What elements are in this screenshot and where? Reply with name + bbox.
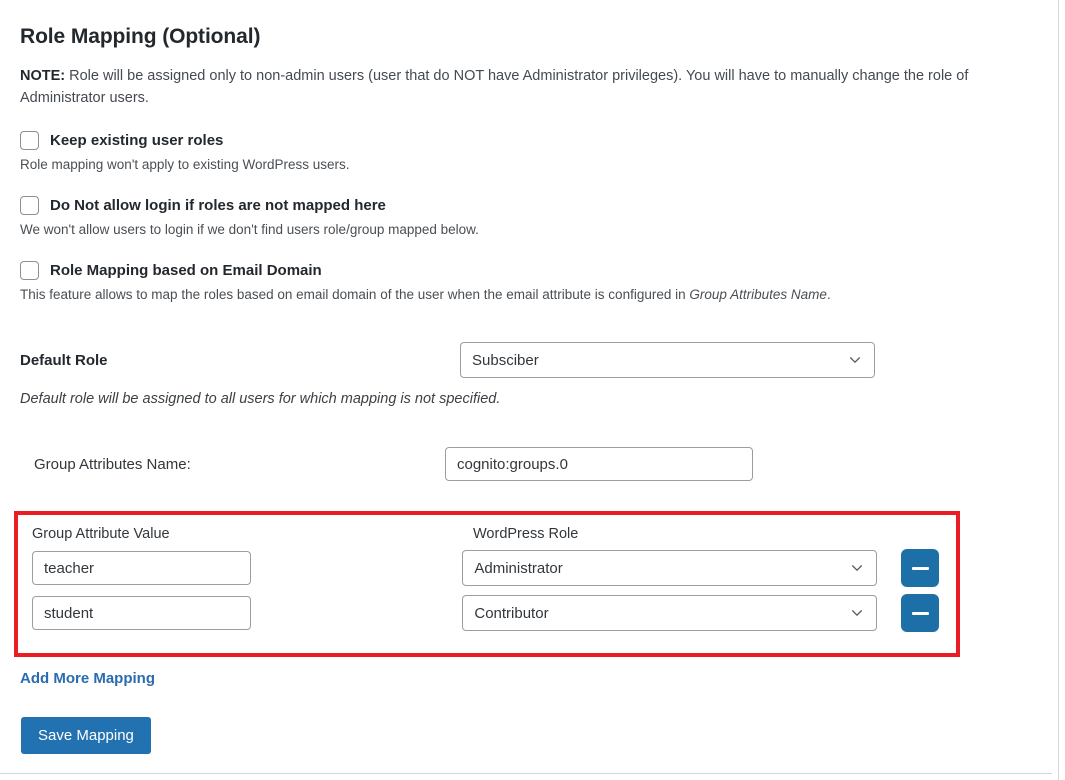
option-description: We won't allow users to login if we don'…: [20, 222, 479, 237]
row-remove-cell: [877, 594, 956, 632]
wordpress-role-value: Administrator: [474, 559, 563, 577]
row-role-cell: Administrator: [462, 550, 878, 586]
group-attribute-value-input[interactable]: teacher: [32, 551, 251, 585]
group-attributes-label: Group Attributes Name:: [34, 455, 191, 473]
option-keep-existing-user-roles: Keep existing user roles Role mapping wo…: [20, 131, 1032, 172]
mapping-table: Group Attribute Value WordPress Role tea…: [18, 515, 956, 653]
wordpress-role-select[interactable]: Contributor: [462, 595, 878, 631]
remove-mapping-row-button[interactable]: [901, 549, 940, 587]
note-text: NOTE: Role will be assigned only to non-…: [20, 65, 1030, 109]
chevron-down-icon: [849, 357, 861, 363]
checkbox-row[interactable]: Keep existing user roles: [20, 131, 1032, 150]
option-role-mapping-email-domain: Role Mapping based on Email Domain This …: [20, 261, 1032, 302]
right-divider: [1058, 0, 1059, 780]
role-mapping-highlight-box: Group Attribute Value WordPress Role tea…: [14, 511, 960, 657]
group-attribute-value-text: teacher: [44, 559, 95, 577]
checkbox-row[interactable]: Role Mapping based on Email Domain: [20, 261, 1032, 280]
note-prefix: NOTE:: [20, 68, 66, 84]
checkbox-row[interactable]: Do Not allow login if roles are not mapp…: [20, 196, 1032, 215]
option-do-not-allow-login: Do Not allow login if roles are not mapp…: [20, 196, 1032, 237]
default-role-label: Default Role: [20, 351, 108, 369]
option-description-tail: .: [826, 287, 831, 302]
default-role-hint: Default role will be assigned to all use…: [20, 391, 501, 407]
chevron-down-icon: [852, 610, 863, 616]
page-title: Role Mapping (Optional): [20, 25, 261, 48]
row-attribute-cell: student: [32, 596, 462, 630]
default-role-row: Default Role Subsciber: [20, 342, 1032, 378]
option-label: Do Not allow login if roles are not mapp…: [50, 197, 386, 214]
table-row: teacher Administrator: [32, 549, 956, 587]
wordpress-role-select[interactable]: Administrator: [462, 550, 878, 586]
minus-icon: [911, 566, 929, 570]
row-role-cell: Contributor: [462, 595, 878, 631]
row-attribute-cell: teacher: [32, 551, 462, 585]
save-mapping-button[interactable]: Save Mapping: [21, 717, 151, 754]
mapping-table-header: Group Attribute Value WordPress Role: [32, 526, 956, 542]
checkbox-keep-existing-user-roles[interactable]: [20, 131, 39, 150]
option-description-plain: This feature allows to map the roles bas…: [20, 287, 690, 302]
checkbox-do-not-allow-login[interactable]: [20, 196, 39, 215]
option-description: This feature allows to map the roles bas…: [20, 287, 1032, 302]
column-header-wordpress-role: WordPress Role: [473, 526, 579, 542]
option-description-italic: Group Attributes Name: [689, 287, 827, 302]
option-description: Role mapping won't apply to existing Wor…: [20, 157, 350, 172]
wordpress-role-value: Contributor: [474, 604, 549, 622]
group-attribute-value-input[interactable]: student: [32, 596, 251, 630]
table-row: student Contributor: [32, 594, 956, 632]
group-attributes-value: cognito:groups.0: [457, 455, 568, 473]
option-label: Keep existing user roles: [50, 132, 224, 149]
column-header-group-attribute-value: Group Attribute Value: [32, 526, 170, 542]
bottom-divider: [0, 773, 1052, 774]
remove-mapping-row-button[interactable]: [901, 594, 940, 632]
group-attribute-value-text: student: [44, 604, 94, 622]
group-attributes-input[interactable]: cognito:groups.0: [445, 447, 753, 481]
row-remove-cell: [877, 549, 956, 587]
default-role-value: Subsciber: [472, 351, 539, 369]
default-role-select[interactable]: Subsciber: [460, 342, 875, 378]
group-attributes-row: Group Attributes Name: cognito:groups.0: [20, 447, 1032, 481]
minus-icon: [911, 611, 929, 615]
add-more-mapping-link[interactable]: Add More Mapping: [20, 670, 155, 687]
chevron-down-icon: [852, 565, 863, 571]
option-label: Role Mapping based on Email Domain: [50, 262, 322, 279]
checkbox-role-mapping-email-domain[interactable]: [20, 261, 39, 280]
note-body: Role will be assigned only to non-admin …: [20, 68, 969, 106]
